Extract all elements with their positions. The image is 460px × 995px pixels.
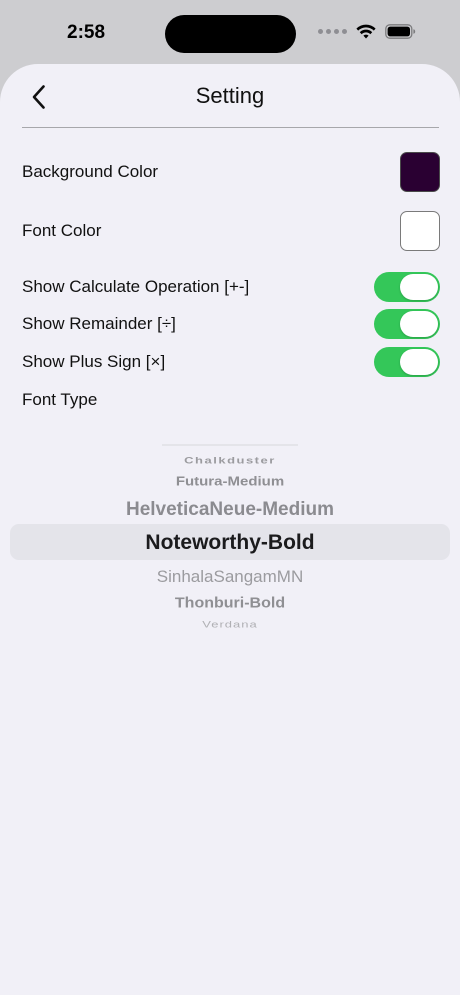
show-plus-sign-row: Show Plus Sign [×] [22,347,440,377]
picker-item[interactable]: Thonburi-Bold [0,596,460,612]
background-color-label: Background Color [22,162,159,181]
picker-faded-item [162,444,298,446]
status-time: 2:58 [67,22,106,43]
background-color-swatch[interactable] [400,152,440,192]
show-plus-sign-toggle[interactable] [374,347,440,377]
picker-item[interactable]: SinhalaSangamMN [0,567,460,587]
wifi-icon [356,24,376,39]
show-calculate-row: Show Calculate Operation [+-] [22,272,440,302]
show-calculate-toggle[interactable] [374,272,440,302]
font-color-swatch[interactable] [400,211,440,251]
settings-sheet: Setting Background Color Font Color Show… [0,64,460,995]
picker-item-selected[interactable]: Noteworthy-Bold [0,531,460,555]
picker-item[interactable]: Chalkduster [0,455,460,466]
show-remainder-row: Show Remainder [÷] [22,309,440,339]
battery-icon [385,24,416,39]
page-title: Setting [195,83,265,108]
picker-item[interactable]: Futura-Medium [0,474,460,488]
font-color-label: Font Color [22,221,102,240]
font-color-row: Font Color [22,211,440,251]
cellular-signal-icon [318,29,347,34]
font-type-row: Font Type [22,388,440,412]
status-bar: 2:58 [0,0,460,66]
background-color-row: Background Color [22,152,440,192]
picker-item[interactable]: HelveticaNeue-Medium [0,499,460,521]
picker-item[interactable]: Verdana [0,619,460,630]
nav-bar: Setting [0,64,460,128]
show-calculate-label: Show Calculate Operation [+-] [22,277,250,296]
status-icons [318,24,416,39]
font-type-picker[interactable]: Chalkduster Futura-Medium HelveticaNeue-… [0,440,460,640]
show-remainder-toggle[interactable] [374,309,440,339]
show-plus-sign-label: Show Plus Sign [×] [22,352,166,371]
show-remainder-label: Show Remainder [÷] [22,314,176,333]
dynamic-island [165,15,296,53]
font-type-label: Font Type [22,390,98,409]
header-divider [22,127,439,128]
